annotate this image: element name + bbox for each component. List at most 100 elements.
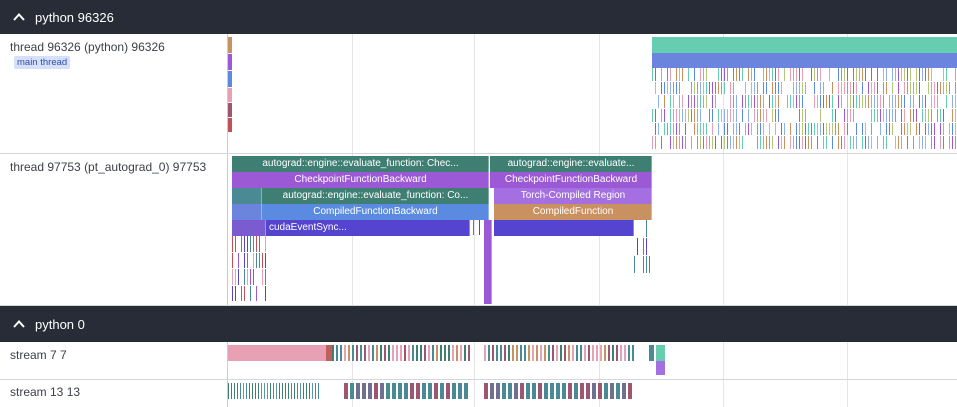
kernel-tick[interactable] xyxy=(628,345,630,361)
kernel-tick[interactable] xyxy=(270,383,271,399)
slice-tick[interactable] xyxy=(922,109,923,122)
slice-tick[interactable] xyxy=(850,81,851,95)
slice-tick[interactable] xyxy=(751,122,752,136)
slice-tick[interactable] xyxy=(790,95,791,108)
kernel-tick[interactable] xyxy=(261,383,262,399)
kernel-tick[interactable] xyxy=(622,383,626,399)
slice-tick[interactable] xyxy=(943,81,944,95)
kernel-tick[interactable] xyxy=(604,345,606,361)
slice-tick[interactable] xyxy=(862,81,863,95)
slice-tick[interactable] xyxy=(670,109,671,122)
kernel-tick[interactable] xyxy=(616,345,618,361)
kernel-tick[interactable] xyxy=(552,345,554,361)
slice-tick[interactable] xyxy=(943,122,944,136)
kernel-tick[interactable] xyxy=(400,345,402,361)
kernel-tick[interactable] xyxy=(422,383,426,399)
slice-tick[interactable] xyxy=(655,81,656,95)
slice-tick[interactable] xyxy=(910,95,911,108)
slice-tick[interactable] xyxy=(730,81,731,95)
slice-tick[interactable] xyxy=(910,122,911,136)
slice-tick[interactable] xyxy=(742,68,743,81)
slice-tick[interactable] xyxy=(931,122,932,136)
slice-tick[interactable] xyxy=(235,269,236,285)
slice-tick[interactable] xyxy=(742,95,743,108)
dense-slice-region[interactable] xyxy=(652,68,957,150)
slice-tick[interactable] xyxy=(916,68,917,81)
slice-tick[interactable] xyxy=(784,136,785,149)
slice[interactable] xyxy=(652,53,957,68)
slice-tick[interactable] xyxy=(673,136,674,149)
kernel-tick[interactable] xyxy=(434,383,438,399)
slice-tick[interactable] xyxy=(265,285,266,301)
kernel-tick[interactable] xyxy=(448,345,450,361)
slice-tick[interactable] xyxy=(772,136,773,149)
slice-tick[interactable] xyxy=(748,68,749,81)
slice-tick[interactable] xyxy=(769,68,770,81)
slice-tick[interactable] xyxy=(676,81,677,95)
slice-tick[interactable] xyxy=(250,269,251,285)
slice-tick[interactable] xyxy=(817,136,818,149)
slice-tick[interactable] xyxy=(952,95,953,108)
slice-tick[interactable] xyxy=(895,109,896,122)
slice-tick[interactable] xyxy=(889,95,890,108)
slice-tick[interactable] xyxy=(883,68,884,81)
slice-tick[interactable] xyxy=(775,109,776,122)
slice-tick[interactable] xyxy=(943,109,944,122)
slice-tick[interactable] xyxy=(889,109,890,122)
slice-tick[interactable] xyxy=(925,122,926,136)
slice-tick[interactable] xyxy=(874,81,875,95)
slice-tick[interactable] xyxy=(826,136,827,149)
slice-tick[interactable] xyxy=(748,122,749,136)
slice-tick[interactable] xyxy=(250,285,251,301)
kernel-tick[interactable] xyxy=(318,383,319,399)
kernel-ticks[interactable] xyxy=(332,345,470,361)
kernel-tick[interactable] xyxy=(398,383,402,399)
slice-tick[interactable] xyxy=(232,252,233,268)
slice-tick[interactable] xyxy=(814,95,815,108)
slice-tick[interactable] xyxy=(892,81,893,95)
kernel-tick[interactable] xyxy=(572,345,574,361)
slice-tick[interactable] xyxy=(688,109,689,122)
slice-tick[interactable] xyxy=(820,109,821,122)
kernel-tick[interactable] xyxy=(282,383,283,399)
kernel-tick[interactable] xyxy=(556,383,560,399)
slice-tick[interactable] xyxy=(919,81,920,95)
slice-tick[interactable] xyxy=(937,81,938,95)
slice-tick[interactable] xyxy=(886,81,887,95)
slice-tick[interactable] xyxy=(823,81,824,95)
slice-tick[interactable] xyxy=(697,122,698,136)
slice-tick[interactable] xyxy=(808,136,809,149)
slice-tick[interactable] xyxy=(898,136,899,149)
slice-tick[interactable] xyxy=(799,68,800,81)
slice-tick[interactable] xyxy=(676,68,677,81)
kernel-tick[interactable] xyxy=(300,383,301,399)
kernel-tick[interactable] xyxy=(514,383,518,399)
kernel-tick[interactable] xyxy=(620,345,622,361)
kernel-tick[interactable] xyxy=(612,345,614,361)
slice-tick[interactable] xyxy=(856,68,857,81)
slice-tick[interactable] xyxy=(703,81,704,95)
slice-tick[interactable] xyxy=(811,136,812,149)
slice-tick[interactable] xyxy=(790,136,791,149)
slice-tick[interactable] xyxy=(655,68,656,81)
slice-tick[interactable] xyxy=(706,95,707,108)
kernel-tick[interactable] xyxy=(240,383,241,399)
slice-tick[interactable] xyxy=(823,136,824,149)
kernel-tick[interactable] xyxy=(556,345,558,361)
slice-tick[interactable] xyxy=(901,122,902,136)
kernel-tick[interactable] xyxy=(544,383,548,399)
kernel-tick[interactable] xyxy=(309,383,310,399)
slice-tick[interactable] xyxy=(733,68,734,81)
slice-tick[interactable] xyxy=(847,68,848,81)
slice-tick[interactable] xyxy=(949,122,950,136)
slice-tick[interactable] xyxy=(241,236,242,252)
slice-tick[interactable] xyxy=(874,95,875,108)
slice-ticks-mid[interactable] xyxy=(470,220,484,236)
slice-tick[interactable] xyxy=(871,68,872,81)
slice-tick[interactable] xyxy=(655,109,656,122)
slice-tick[interactable] xyxy=(712,122,713,136)
slice-tick[interactable] xyxy=(679,95,680,108)
kernel-tick[interactable] xyxy=(592,345,594,361)
slice-tick[interactable] xyxy=(805,109,806,122)
slice-tick[interactable] xyxy=(667,81,668,95)
